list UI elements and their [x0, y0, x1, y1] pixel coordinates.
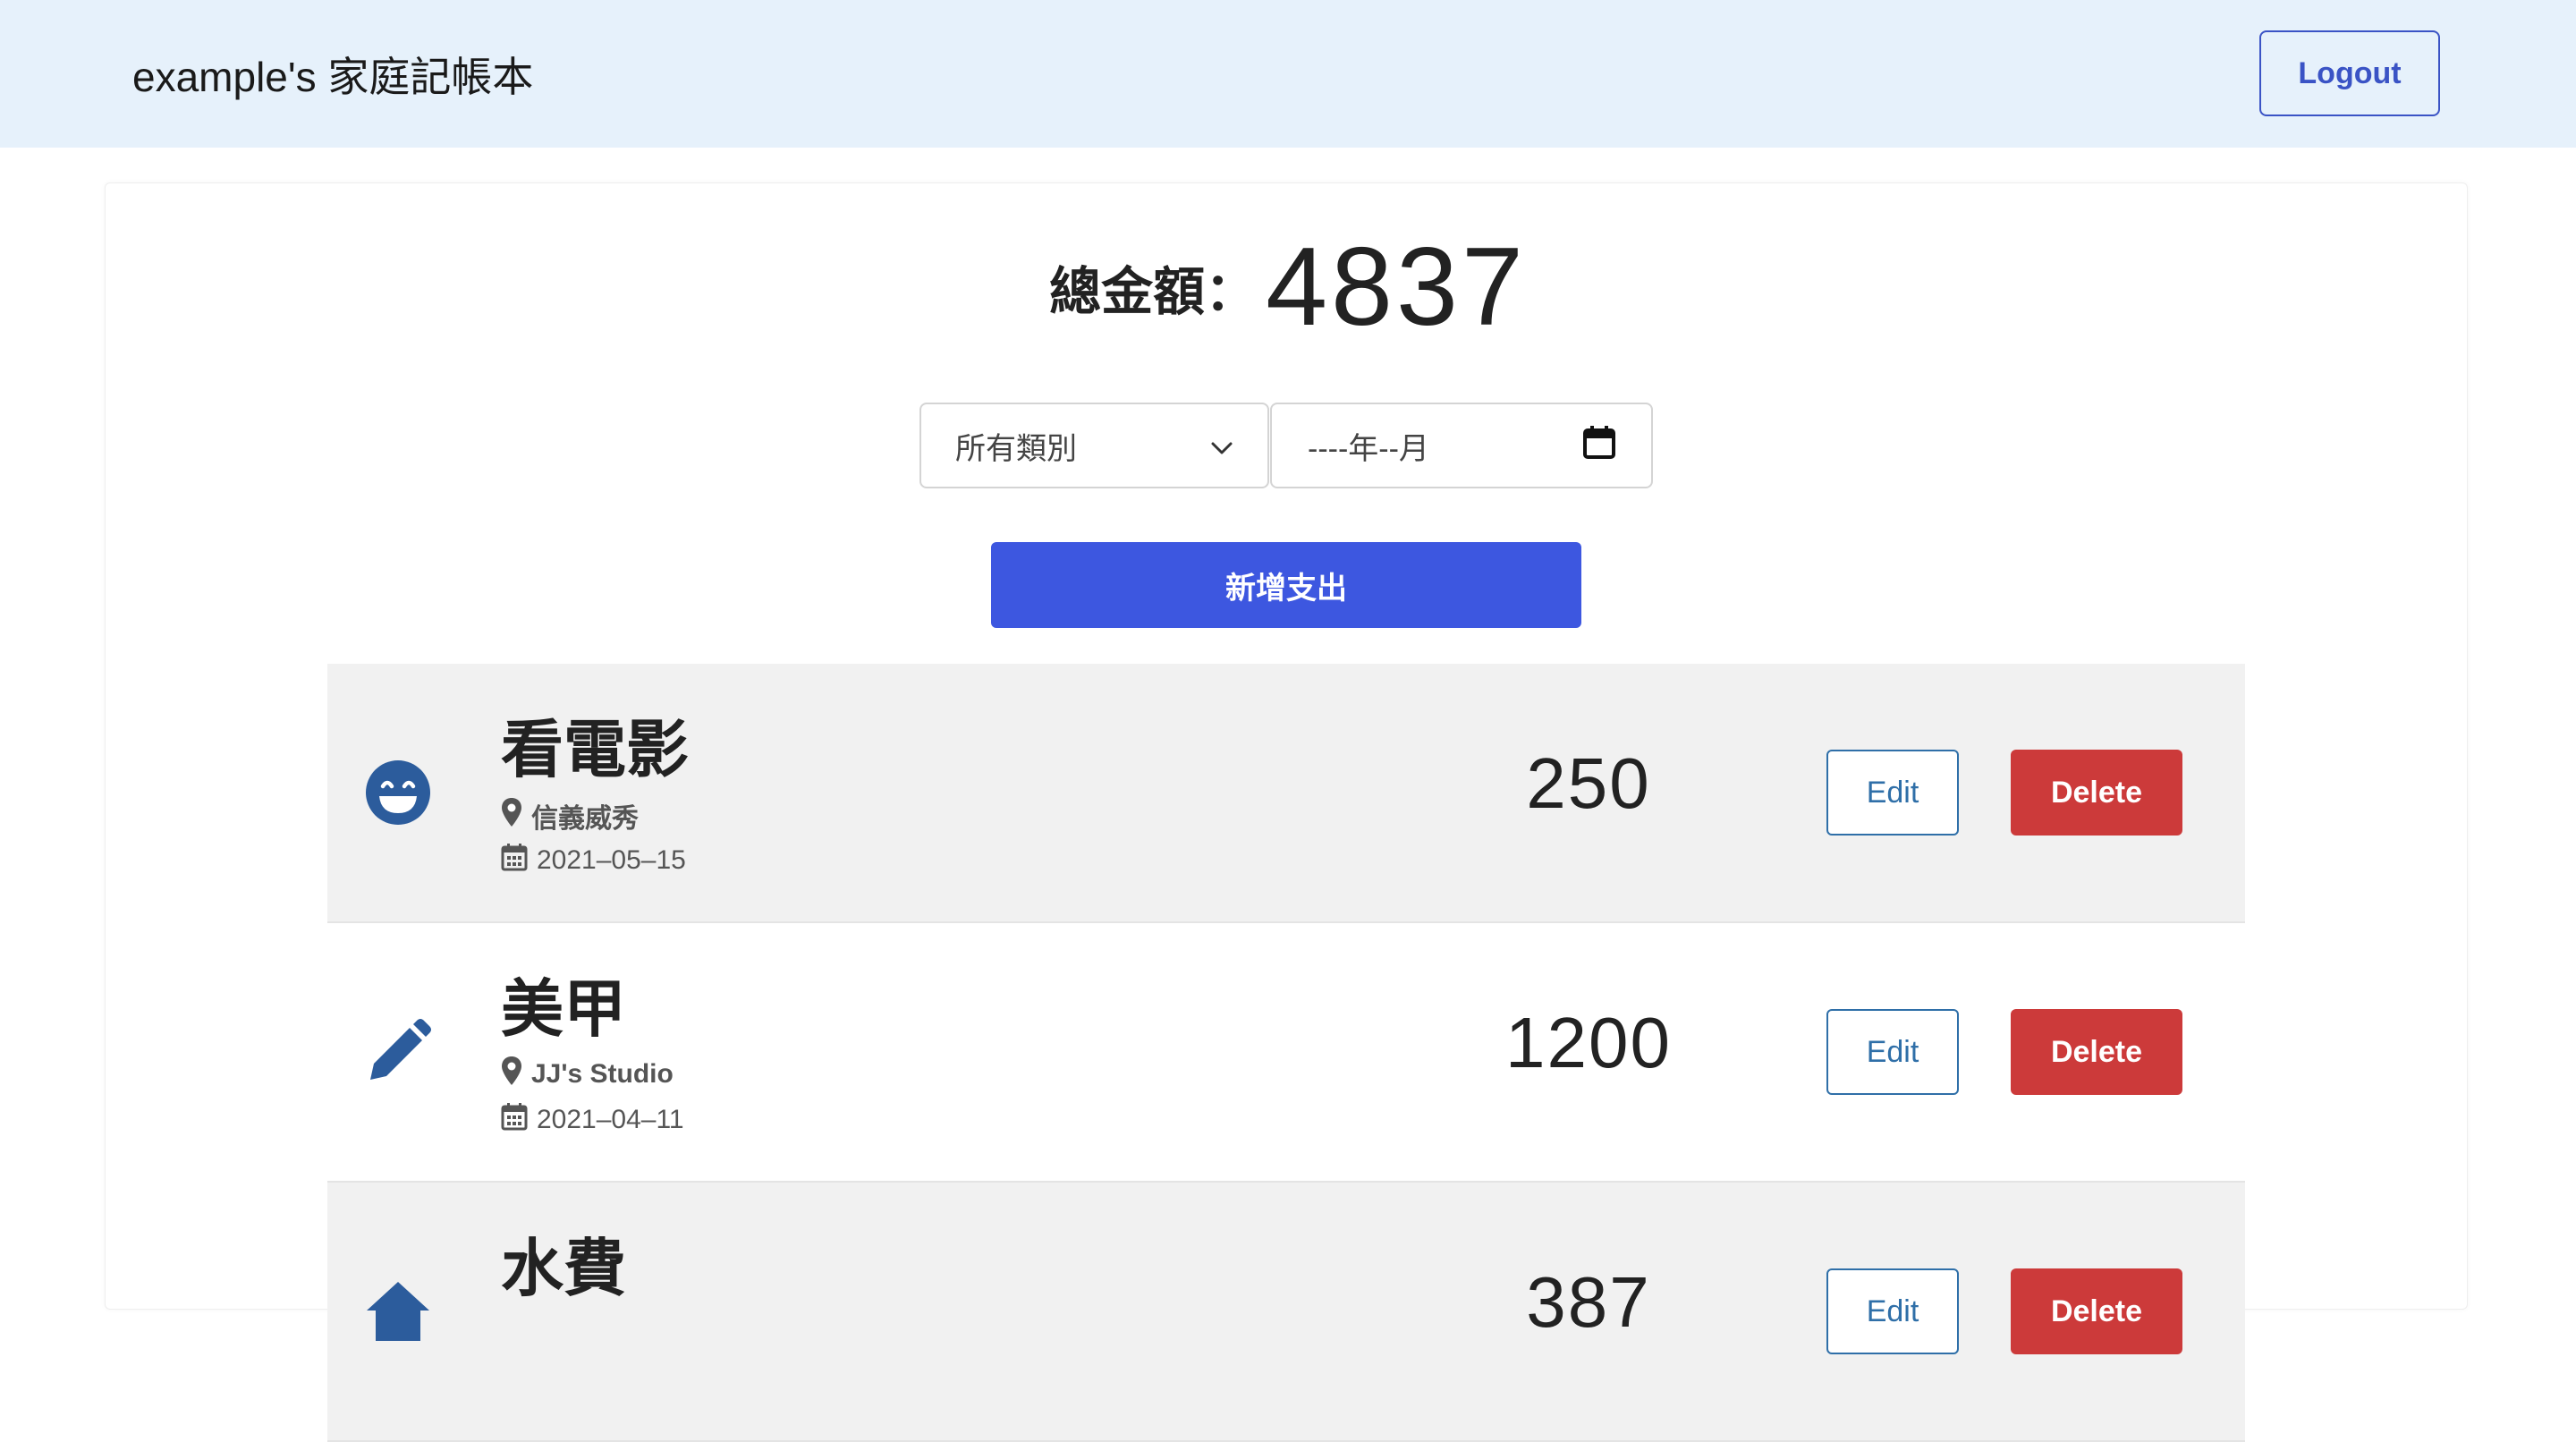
- expense-title: 看電影: [501, 715, 689, 785]
- expense-location: 信義威秀: [501, 796, 639, 836]
- expense-amount: 250: [1526, 743, 1651, 823]
- laugh-icon: [363, 758, 433, 827]
- expense-date: 2021–04–11: [501, 1102, 684, 1138]
- expense-location-text: JJ's Studio: [531, 1059, 674, 1089]
- delete-button[interactable]: Delete: [2011, 1009, 2182, 1095]
- pencil-icon: [363, 1017, 433, 1087]
- delete-button[interactable]: Delete: [2011, 1268, 2182, 1354]
- expense-row: 美甲 JJ's Studio 2021–04–11 1200 Edit Dele…: [327, 923, 2245, 1183]
- expense-row: 看電影 信義威秀 2021–05–15 250 Edit Delete: [327, 664, 2245, 923]
- navbar: example's 家庭記帳本 Logout: [0, 0, 2576, 148]
- add-expense-button[interactable]: 新增支出: [991, 542, 1581, 628]
- brand-title[interactable]: example's 家庭記帳本: [132, 45, 533, 104]
- expense-title: 美甲: [501, 974, 626, 1044]
- edit-button[interactable]: Edit: [1826, 1268, 1959, 1354]
- expense-location: JJ's Studio: [501, 1056, 674, 1093]
- expense-date-text: 2021–05–15: [537, 845, 686, 875]
- edit-button[interactable]: Edit: [1826, 1009, 1959, 1095]
- logout-button[interactable]: Logout: [2259, 30, 2440, 116]
- expense-title: 水費: [501, 1234, 626, 1303]
- category-select[interactable]: 所有類別: [919, 403, 1269, 488]
- calendar-icon: [501, 843, 528, 878]
- expense-date-text: 2021–04–11: [537, 1105, 684, 1134]
- expense-row: 水費 387 Edit Delete: [327, 1183, 2245, 1442]
- month-input[interactable]: ----年--月: [1270, 403, 1653, 488]
- total-label: 總金額：: [1049, 263, 1258, 321]
- home-icon: [363, 1277, 433, 1346]
- total-summary: 總金額：4837: [0, 224, 2576, 351]
- total-amount: 4837: [1266, 225, 1527, 349]
- map-marker-icon: [501, 1056, 522, 1093]
- expense-list: 看電影 信義威秀 2021–05–15 250 Edit Delete 美甲 J…: [327, 664, 2245, 1442]
- chevron-down-icon: [1210, 428, 1233, 463]
- map-marker-icon: [501, 797, 522, 835]
- calendar-icon: [501, 1102, 528, 1138]
- expense-amount: 1200: [1505, 1003, 1672, 1082]
- expense-date: 2021–05–15: [501, 843, 686, 878]
- expense-location-text: 信義威秀: [531, 804, 639, 834]
- calendar-icon[interactable]: [1583, 425, 1615, 467]
- month-input-placeholder: ----年--月: [1308, 431, 1429, 466]
- delete-button[interactable]: Delete: [2011, 750, 2182, 836]
- category-select-value: 所有類別: [955, 431, 1077, 466]
- expense-amount: 387: [1526, 1262, 1651, 1342]
- edit-button[interactable]: Edit: [1826, 750, 1959, 836]
